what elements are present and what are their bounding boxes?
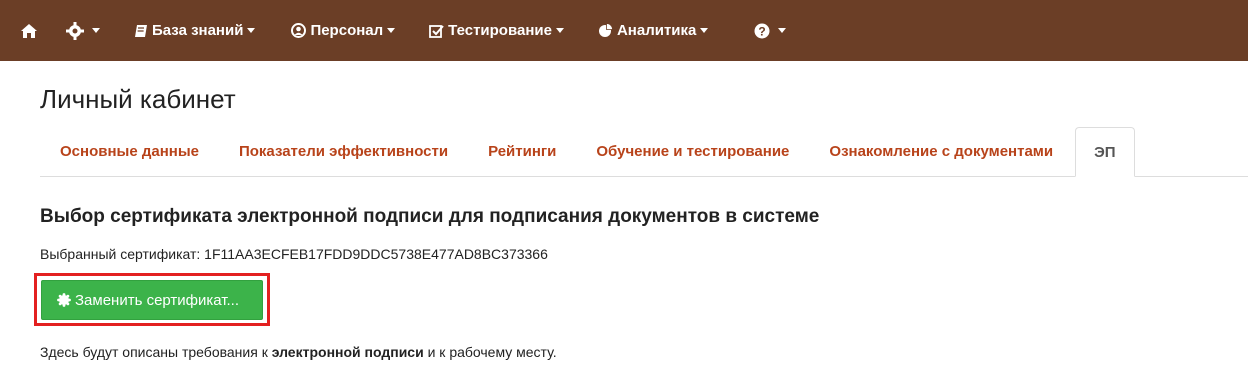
- pie-chart-icon: [598, 23, 613, 38]
- chevron-down-icon: [387, 28, 396, 33]
- nav-analytics[interactable]: Аналитика: [574, 0, 718, 61]
- tab-training[interactable]: Обучение и тестирование: [576, 126, 809, 176]
- nav-testing[interactable]: Тестирование: [405, 0, 574, 61]
- chevron-down-icon: [247, 28, 256, 33]
- gear-icon: [66, 21, 84, 40]
- checkbox-icon: [429, 24, 444, 38]
- tab-performance[interactable]: Показатели эффективности: [219, 126, 468, 176]
- svg-text:?: ?: [759, 24, 766, 38]
- profile-tabs: Основные данные Показатели эффективности…: [40, 127, 1248, 177]
- chevron-down-icon: [778, 28, 787, 33]
- note-text-end: и к рабочему месту.: [423, 344, 557, 360]
- requirements-note: Здесь будут описаны требования к электро…: [40, 344, 557, 360]
- nav-knowledge-base[interactable]: База знаний: [110, 0, 265, 61]
- nav-settings[interactable]: [52, 0, 110, 61]
- nav-home[interactable]: [0, 0, 52, 61]
- question-icon: ?: [754, 23, 770, 39]
- page-title: Личный кабинет: [40, 84, 236, 114]
- book-icon: [134, 24, 148, 38]
- user-icon: [291, 23, 307, 38]
- replace-certificate-label: Заменить сертификат...: [75, 291, 240, 309]
- nav-label: Аналитика: [616, 22, 697, 39]
- tab-ratings[interactable]: Рейтинги: [468, 126, 576, 176]
- nav-label: База знаний: [152, 22, 244, 39]
- nav-help[interactable]: ?: [718, 0, 796, 61]
- note-text: Здесь будут описаны требования к: [40, 344, 272, 360]
- selected-certificate: Выбранный сертификат: 1F11AA3ECFEB17FDD9…: [40, 246, 548, 262]
- selected-certificate-value: 1F11AA3ECFEB17FDD9DDC5738E477AD8BC373366: [204, 246, 548, 262]
- replace-certificate-button[interactable]: Заменить сертификат...: [41, 280, 263, 320]
- tab-basic-data[interactable]: Основные данные: [40, 126, 219, 176]
- chevron-down-icon: [700, 28, 709, 33]
- certificate-seal-icon: [57, 293, 71, 307]
- chevron-down-icon: [555, 28, 564, 33]
- top-navbar: База знаний Персонал Тестирование Аналит…: [0, 0, 1248, 61]
- section-title: Выбор сертификата электронной подписи дл…: [40, 206, 820, 227]
- tab-documents[interactable]: Ознакомление с документами: [809, 126, 1073, 176]
- nav-personnel[interactable]: Персонал: [265, 0, 405, 61]
- tab-digital-signature[interactable]: ЭП: [1075, 127, 1135, 177]
- selected-certificate-label: Выбранный сертификат:: [40, 246, 201, 262]
- nav-label: Тестирование: [448, 22, 552, 39]
- chevron-down-icon: [92, 28, 100, 33]
- nav-label: Персонал: [310, 22, 384, 39]
- note-bold-text: электронной подписи: [271, 344, 424, 360]
- home-icon: [20, 23, 38, 39]
